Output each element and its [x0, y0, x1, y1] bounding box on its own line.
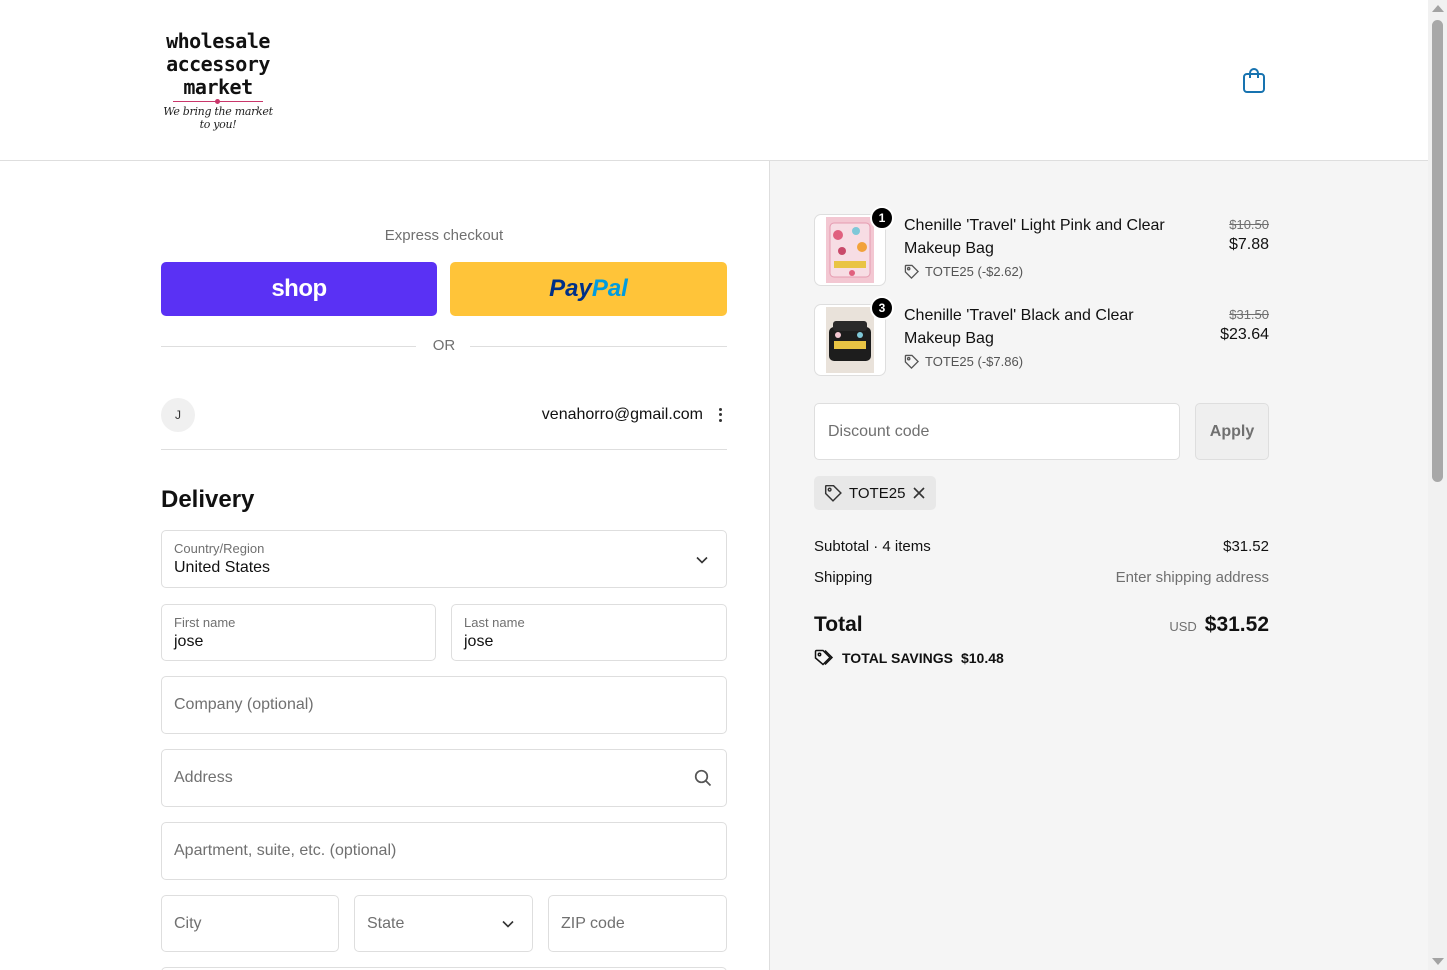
applied-discount-chip: TOTE25 — [814, 476, 937, 510]
tag-icon — [904, 354, 919, 369]
original-price: $10.50 — [1229, 217, 1269, 232]
apartment-field[interactable]: Apartment, suite, etc. (optional) — [161, 822, 727, 880]
first-name-label: First name — [174, 615, 236, 630]
shipping-row: Shipping Enter shipping address — [814, 569, 1269, 586]
item-discount-text: TOTE25 (-$7.86) — [925, 354, 1024, 369]
first-name-field[interactable]: First name jose — [161, 604, 436, 661]
or-divider: OR — [161, 337, 727, 357]
search-icon[interactable] — [694, 769, 712, 787]
delivery-heading: Delivery — [161, 486, 255, 513]
express-checkout-label: Express checkout — [384, 227, 504, 244]
company-field[interactable]: Company (optional) — [161, 676, 727, 734]
total-label: Total — [814, 613, 863, 636]
cart-item: 3 Chenille 'Travel' Black and Clear Make… — [814, 296, 1269, 378]
zip-field[interactable]: ZIP code — [548, 895, 727, 952]
logo-line-3: market — [183, 75, 253, 99]
page-scrollbar[interactable] — [1428, 0, 1447, 970]
account-row: J venahorro@gmail.com — [161, 398, 727, 450]
page-header: wholesale accessory market We bring the … — [0, 0, 1428, 161]
first-name-value: jose — [174, 633, 204, 650]
account-email: venahorro@gmail.com — [541, 406, 703, 423]
pink-bag-image — [826, 217, 874, 283]
product-name: Chenille 'Travel' Black and Clear Makeup… — [904, 307, 1134, 347]
quantity-badge: 3 — [870, 296, 894, 320]
scroll-down-arrow[interactable] — [1432, 958, 1444, 965]
last-name-field[interactable]: Last name jose — [451, 604, 727, 661]
city-placeholder: City — [174, 915, 202, 932]
country-label: Country/Region — [174, 541, 265, 556]
shipping-label: Shipping — [814, 569, 873, 586]
cart-item: 1 Chenille 'Travel' Light Pink and Clear… — [814, 206, 1269, 288]
total-amount: USD $31.52 — [1169, 613, 1269, 637]
chevron-down-icon — [502, 920, 514, 928]
total-value: $31.52 — [1204, 613, 1269, 636]
paypal-button[interactable]: Pay Pal — [450, 262, 727, 316]
checkout-form-column: Express checkout shop Pay Pal OR J venaho… — [0, 161, 769, 970]
state-select[interactable]: State — [354, 895, 533, 952]
divider-line-right — [470, 346, 727, 347]
subtotal-row: Subtotal · 4 items $31.52 — [814, 538, 1269, 555]
apartment-placeholder: Apartment, suite, etc. (optional) — [174, 842, 397, 859]
item-discount: TOTE25 (-$2.62) — [904, 264, 1023, 279]
discount-code-placeholder: Discount code — [828, 423, 930, 440]
discounted-price: $23.64 — [1220, 326, 1269, 343]
company-placeholder: Company (optional) — [174, 696, 314, 713]
logo-tagline: We bring the market to you! — [163, 105, 273, 131]
item-discount-text: TOTE25 (-$2.62) — [925, 264, 1024, 279]
paypal-label-pay: Pay — [549, 275, 592, 302]
savings-value: $10.48 — [960, 650, 1004, 666]
tag-icon — [904, 264, 919, 279]
scroll-up-arrow[interactable] — [1432, 5, 1444, 12]
tag-icon — [824, 484, 842, 502]
shopping-bag-icon[interactable] — [1241, 66, 1267, 94]
savings-tag-icon — [814, 649, 834, 666]
logo-divider — [173, 99, 263, 104]
shop-pay-label: shop — [271, 275, 327, 302]
last-name-value: jose — [464, 633, 494, 650]
discounted-price: $7.88 — [1228, 236, 1269, 253]
currency-code: USD — [1169, 619, 1197, 634]
item-discount: TOTE25 (-$7.86) — [904, 354, 1023, 369]
apply-label: Apply — [1209, 422, 1255, 440]
product-name: Chenille 'Travel' Light Pink and Clear M… — [904, 217, 1165, 257]
discount-code-input[interactable]: Discount code — [814, 403, 1180, 460]
logo-line-1: wholesale — [166, 29, 270, 53]
subtotal-label: Subtotal · 4 items — [814, 538, 931, 555]
store-logo[interactable]: wholesale accessory market We bring the … — [160, 29, 276, 132]
quantity-badge: 1 — [870, 206, 894, 230]
address-field[interactable]: Address — [161, 749, 727, 807]
chevron-down-icon — [696, 556, 708, 564]
last-name-label: Last name — [464, 615, 525, 630]
order-summary-column: 1 Chenille 'Travel' Light Pink and Clear… — [769, 161, 1428, 970]
more-options-icon[interactable] — [717, 406, 723, 424]
black-bag-image — [826, 307, 874, 373]
applied-code: TOTE25 — [849, 484, 906, 502]
total-savings: TOTAL SAVINGS $10.48 — [814, 649, 1004, 667]
shop-pay-button[interactable]: shop — [161, 262, 437, 316]
state-placeholder: State — [367, 915, 405, 932]
close-icon[interactable] — [912, 486, 926, 500]
original-price: $31.50 — [1229, 307, 1269, 322]
country-select[interactable]: Country/Region United States — [161, 530, 727, 588]
scrollbar-thumb[interactable] — [1432, 20, 1443, 482]
subtotal-value: $31.52 — [1223, 538, 1269, 555]
address-placeholder: Address — [174, 769, 233, 786]
zip-placeholder: ZIP code — [561, 915, 625, 932]
total-row: Total USD $31.52 — [814, 613, 1269, 643]
logo-line-2: accessory — [166, 52, 270, 76]
shipping-value: Enter shipping address — [1115, 569, 1269, 586]
apply-discount-button[interactable]: Apply — [1195, 403, 1269, 460]
country-value: United States — [174, 559, 271, 576]
savings-label: TOTAL SAVINGS — [842, 650, 953, 666]
city-field[interactable]: City — [161, 895, 339, 952]
avatar: J — [161, 398, 195, 432]
paypal-label-pal: Pal — [591, 275, 628, 302]
